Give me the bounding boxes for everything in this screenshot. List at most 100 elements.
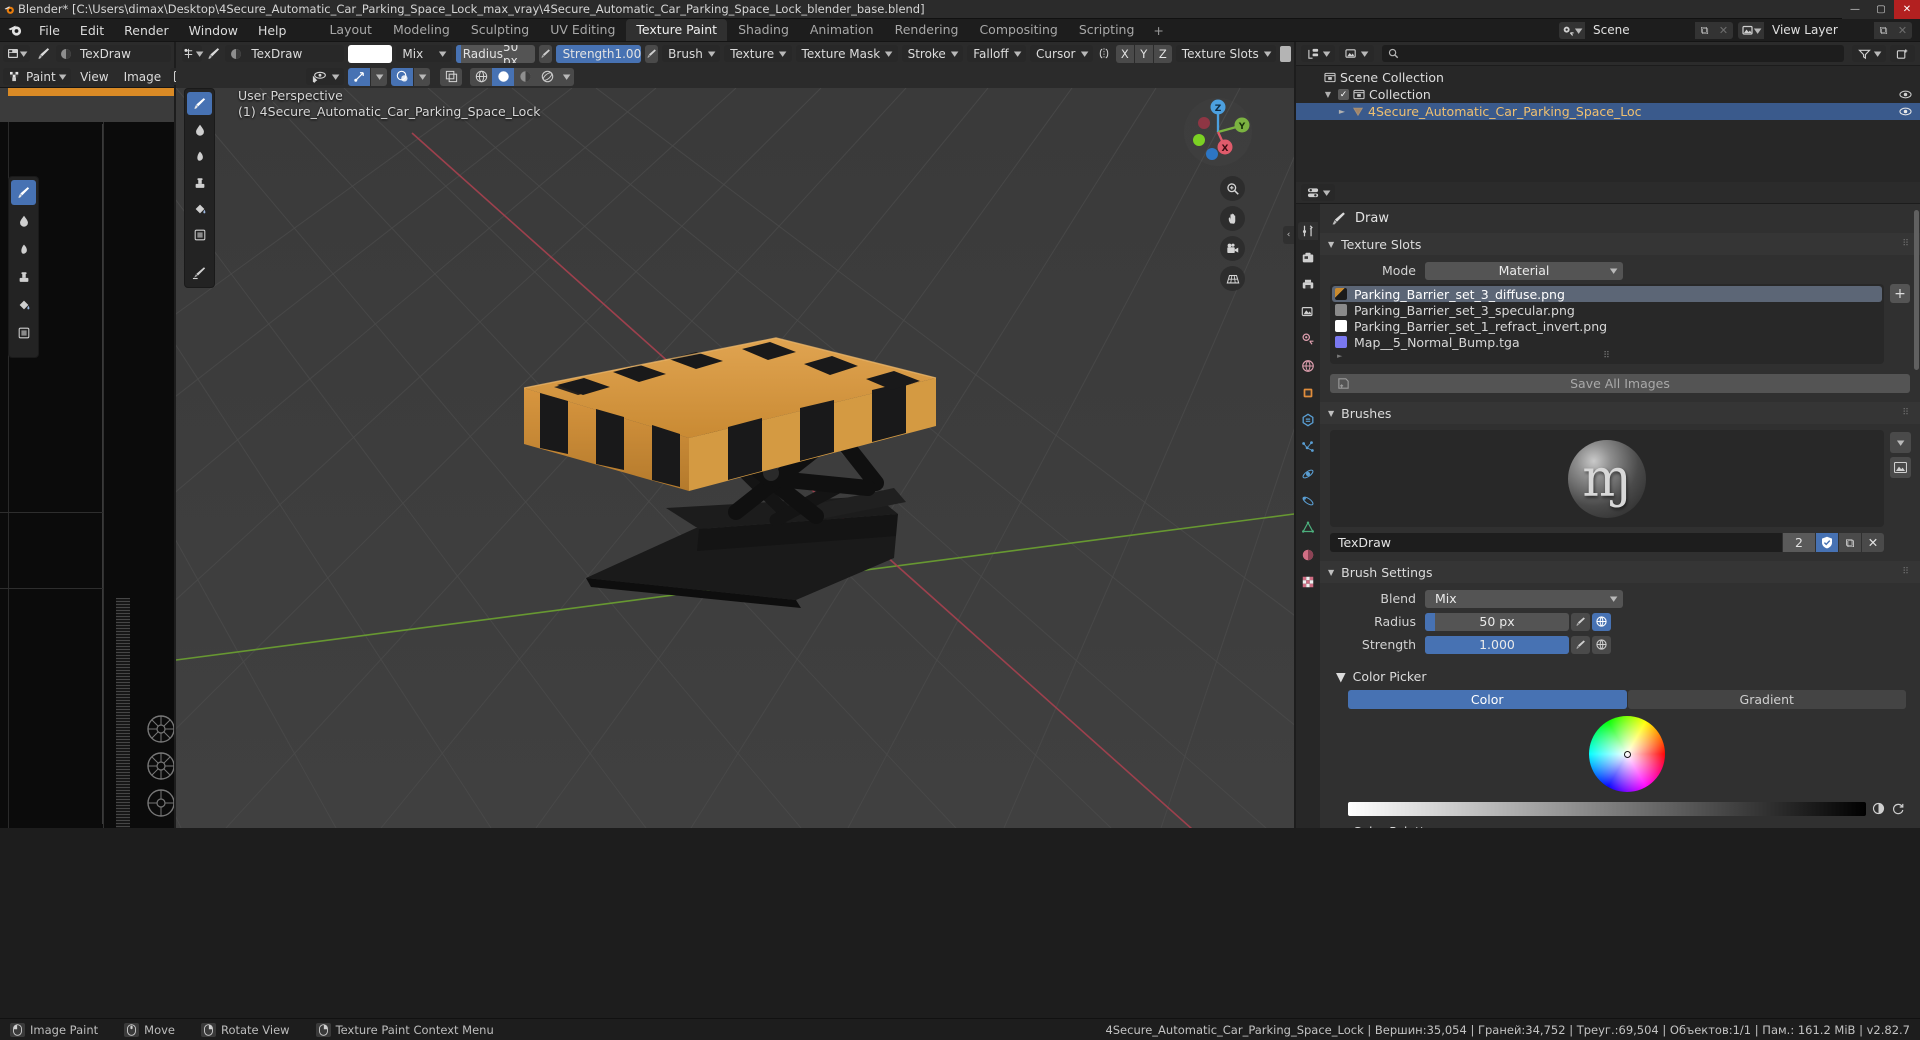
color-wheel-cursor[interactable]: [1623, 750, 1631, 758]
blend-prop-dropdown[interactable]: Mix ▼: [1425, 589, 1623, 608]
strength-pressure-toggle[interactable]: [645, 44, 659, 63]
brush-fake-user-toggle[interactable]: [1816, 533, 1838, 552]
gizmo-options-dropdown[interactable]: ▼: [371, 67, 388, 86]
color-picker-collapse-icon[interactable]: ▼: [1336, 669, 1346, 684]
collection-disclosure-icon[interactable]: ▼: [1322, 90, 1334, 99]
popover-stroke[interactable]: Stroke ▼: [901, 45, 964, 62]
outliner-editor-type-icon[interactable]: ▼: [1301, 45, 1336, 62]
collection-visibility-eye-icon[interactable]: [1899, 89, 1912, 100]
scene-icon[interactable]: ▼: [1559, 22, 1585, 39]
tab-constraints-icon[interactable]: [1298, 492, 1318, 510]
tab-particles-icon[interactable]: [1298, 438, 1318, 456]
tab-material-icon[interactable]: [1298, 546, 1318, 564]
outliner[interactable]: ▼ ▼ ▼ Scene Collection ▼ ✓ Collection ► …: [1296, 42, 1920, 182]
scene-name[interactable]: Scene: [1585, 22, 1695, 39]
radius-unit-toggle[interactable]: [1592, 612, 1611, 631]
tab-animation[interactable]: Animation: [800, 19, 884, 41]
tool-smear-icon[interactable]: [11, 236, 36, 261]
properties-editor-type-icon[interactable]: ▼: [1301, 184, 1336, 201]
outliner-row-scene-collection[interactable]: Scene Collection: [1296, 69, 1920, 86]
menu-file[interactable]: File: [30, 21, 69, 40]
popover-texture[interactable]: Texture ▼: [724, 45, 792, 62]
add-texture-slot-button[interactable]: +: [1890, 284, 1910, 303]
tool-draw-icon[interactable]: [11, 180, 36, 205]
shading-solid-button[interactable]: [492, 67, 515, 86]
radius-slider[interactable]: Radius 50 px: [455, 44, 535, 63]
scene-selector[interactable]: ▼ Scene ⧉ ✕: [1559, 22, 1733, 39]
tab-layout[interactable]: Layout: [319, 19, 382, 41]
strength-slider[interactable]: Strength 1.000: [555, 44, 642, 63]
toggle-perspective-icon[interactable]: [1220, 266, 1245, 291]
tool-mask-icon[interactable]: [11, 320, 36, 345]
vp-tool-soften-icon[interactable]: [187, 118, 212, 141]
tab-tool-icon[interactable]: [1298, 222, 1318, 240]
tab-shading[interactable]: Shading: [728, 19, 799, 41]
texture-slots-popover[interactable]: Texture Slots ▼: [1175, 45, 1277, 62]
vp-tool-fill-icon[interactable]: [187, 197, 212, 220]
active-slot-color-swatch[interactable]: [1280, 45, 1291, 62]
show-gizmo-toggle[interactable]: [348, 67, 371, 86]
viewlayer-name[interactable]: View Layer: [1764, 22, 1874, 39]
object-visibility-eye-icon[interactable]: [1899, 106, 1912, 117]
viewlayer-selector[interactable]: ▼ View Layer ⧉ ✕: [1738, 22, 1912, 39]
editor-type-image-icon[interactable]: ▼: [3, 45, 30, 62]
camera-view-icon[interactable]: [1220, 236, 1245, 261]
tab-modifiers-icon[interactable]: [1298, 411, 1318, 429]
shading-options-dropdown[interactable]: ▼: [558, 67, 575, 86]
outliner-new-collection-icon[interactable]: [1890, 45, 1915, 62]
brush-unlink-button[interactable]: ✕: [1862, 533, 1884, 552]
zoom-view-icon[interactable]: [1220, 176, 1245, 201]
add-workspace-button[interactable]: +: [1145, 20, 1171, 41]
outliner-row-collection[interactable]: ▼ ✓ Collection: [1296, 86, 1920, 103]
shading-rendered-button[interactable]: [536, 67, 559, 86]
shading-wireframe-button[interactable]: [470, 67, 493, 86]
color-sample-icon[interactable]: [1871, 801, 1886, 816]
outliner-row-object[interactable]: ► 4Secure_Automatic_Car_Parking_Space_Lo…: [1296, 103, 1920, 120]
strength-prop-slider[interactable]: 1.000: [1425, 635, 1569, 654]
tab-render-icon[interactable]: [1298, 249, 1318, 267]
brushes-collapse-icon[interactable]: ▼: [1328, 409, 1334, 418]
tab-texture-icon[interactable]: [1298, 573, 1318, 591]
save-all-images-button[interactable]: Save All Images: [1330, 374, 1910, 393]
tab-world-icon[interactable]: [1298, 357, 1318, 375]
vp-tool-smear-icon[interactable]: [187, 145, 212, 168]
menu-edit[interactable]: Edit: [71, 21, 113, 40]
popover-brush[interactable]: Brush ▼: [662, 45, 721, 62]
navigation-gizmo[interactable]: Z Y X: [1182, 96, 1254, 168]
xray-toggle[interactable]: [440, 67, 463, 86]
brush-custom-icon-button[interactable]: [1890, 457, 1911, 478]
texture-slot-item-0[interactable]: Parking_Barrier_set_3_diffuse.png: [1332, 286, 1882, 302]
outliner-search-input[interactable]: [1381, 45, 1844, 62]
close-button[interactable]: ✕: [1894, 0, 1920, 19]
popover-texture-mask[interactable]: Texture Mask ▼: [795, 45, 898, 62]
radius-pressure-prop-toggle[interactable]: [1571, 612, 1590, 631]
value-slider[interactable]: [1348, 801, 1866, 816]
gradient-tab[interactable]: Gradient: [1627, 690, 1906, 709]
overlays-options-dropdown[interactable]: ▼: [414, 67, 431, 86]
color-tab[interactable]: Color: [1348, 690, 1627, 709]
vp-tool-mask-icon[interactable]: [187, 224, 212, 247]
tab-uv-editing[interactable]: UV Editing: [540, 19, 625, 41]
editor-type-3dview-icon[interactable]: ▼: [182, 45, 203, 62]
blender-logo-icon[interactable]: [0, 22, 30, 38]
symmetry-z-toggle[interactable]: Z: [1153, 44, 1172, 63]
3d-viewport[interactable]: User Perspective (1) 4Secure_Automatic_C…: [176, 88, 1294, 828]
viewport-brush-datablock[interactable]: TexDraw: [225, 45, 344, 62]
popover-falloff[interactable]: Falloff ▼: [967, 45, 1027, 62]
viewport-sidebar-toggle[interactable]: ‹: [1283, 226, 1294, 244]
maximize-button[interactable]: ▢: [1868, 0, 1894, 19]
tool-fill-icon[interactable]: [11, 292, 36, 317]
texture-mode-dropdown[interactable]: Material ▼: [1425, 261, 1623, 280]
radius-prop-slider[interactable]: 50 px: [1425, 612, 1569, 631]
tab-compositing[interactable]: Compositing: [969, 19, 1067, 41]
image-editor-menu-image[interactable]: Image: [118, 68, 168, 85]
blend-mode-dropdown[interactable]: Mix ▼: [396, 45, 452, 62]
brush-settings-collapse-icon[interactable]: ▼: [1328, 568, 1334, 577]
radius-pressure-toggle[interactable]: [538, 44, 552, 63]
viewlayer-icon[interactable]: ▼: [1738, 22, 1764, 39]
color-wheel[interactable]: [1589, 716, 1665, 792]
tab-rendering[interactable]: Rendering: [885, 19, 969, 41]
tab-scripting[interactable]: Scripting: [1069, 19, 1145, 41]
brush-duplicate-button[interactable]: ⧉: [1839, 533, 1861, 552]
minimize-button[interactable]: —: [1842, 0, 1868, 19]
